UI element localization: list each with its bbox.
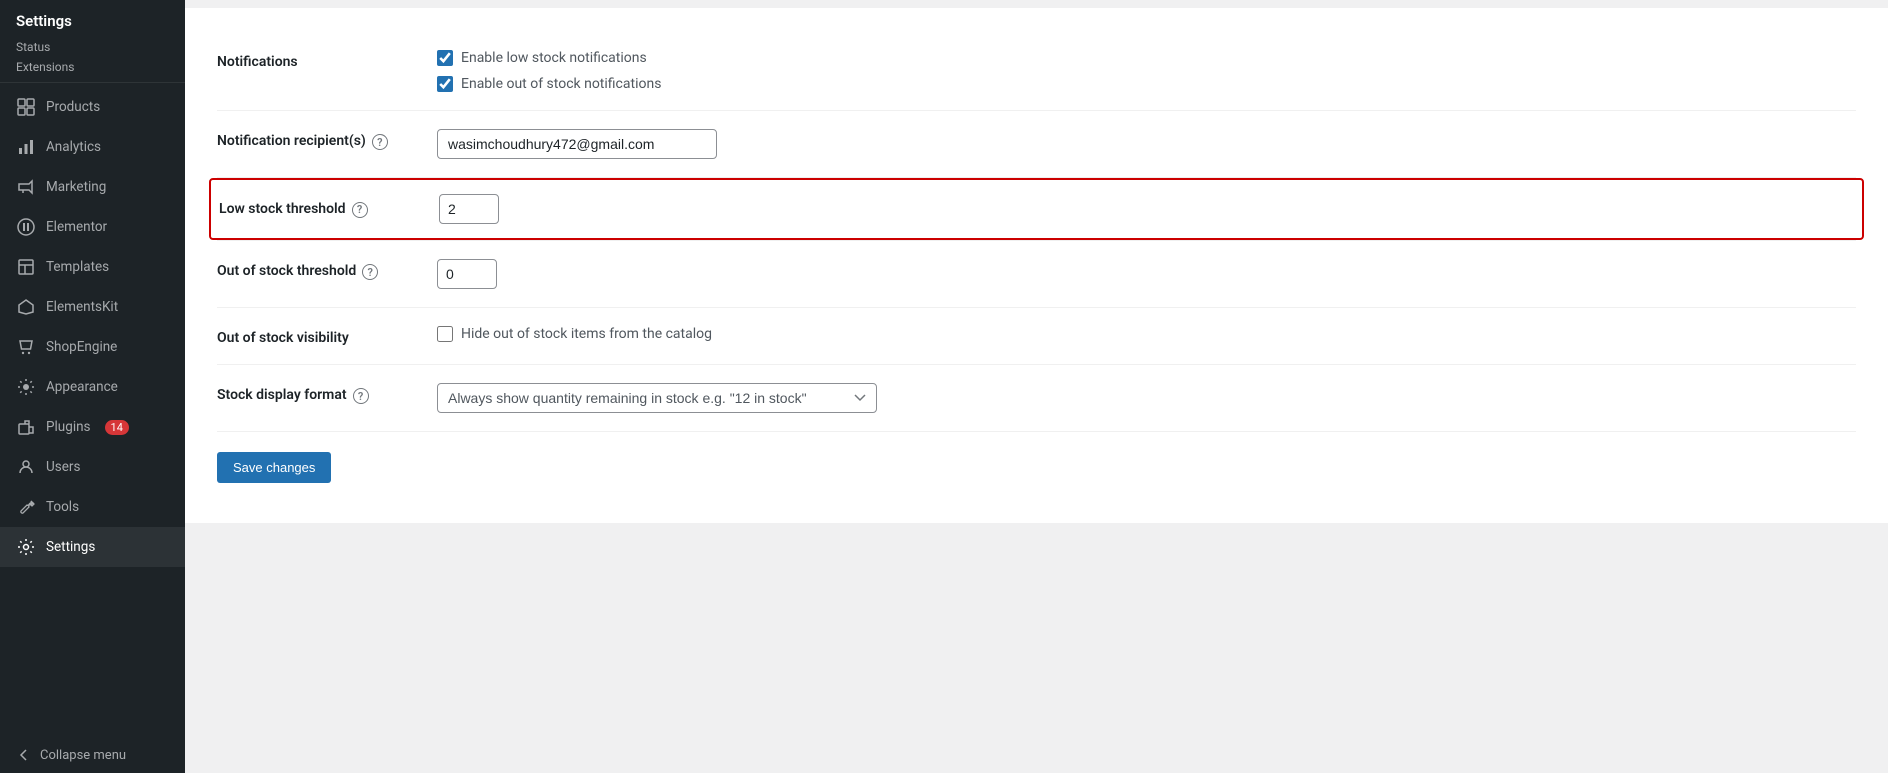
tools-icon (16, 497, 36, 517)
sidebar-label-products: Products (46, 99, 100, 115)
out-of-stock-visibility-row: Out of stock visibility Hide out of stoc… (217, 308, 1856, 365)
hide-out-of-stock-label: Hide out of stock items from the catalog (461, 326, 712, 342)
low-stock-threshold-help-icon[interactable]: ? (352, 202, 368, 218)
low-stock-label: Enable low stock notifications (461, 50, 647, 66)
low-stock-checkbox[interactable] (437, 50, 453, 66)
top-bar (185, 0, 1888, 8)
main-content: Notifications Enable low stock notificat… (185, 0, 1888, 773)
plugins-badge: 14 (105, 420, 129, 435)
analytics-icon (16, 137, 36, 157)
sidebar-label-tools: Tools (46, 499, 79, 515)
out-of-stock-threshold-input[interactable] (437, 259, 497, 289)
out-of-stock-threshold-row: Out of stock threshold ? (217, 241, 1856, 308)
stock-display-format-help-icon[interactable]: ? (353, 388, 369, 404)
elementor-icon (16, 217, 36, 237)
sidebar-item-plugins[interactable]: Plugins 14 (0, 407, 185, 447)
sidebar-item-shopengine[interactable]: ShopEngine (0, 327, 185, 367)
low-stock-threshold-row: Low stock threshold ? (217, 178, 1856, 241)
save-row: Save changes (217, 432, 1856, 483)
sidebar-item-elementskit[interactable]: ElementsKit (0, 287, 185, 327)
collapse-label: Collapse menu (40, 748, 126, 763)
sidebar-label-elementskit: ElementsKit (46, 299, 118, 315)
notifications-checkboxes: Enable low stock notifications Enable ou… (437, 50, 1856, 92)
sidebar-label-elementor: Elementor (46, 219, 107, 235)
appearance-icon (16, 377, 36, 397)
low-stock-threshold-control (439, 194, 1854, 224)
out-of-stock-checkbox-label[interactable]: Enable out of stock notifications (437, 76, 1856, 92)
out-of-stock-threshold-help-icon[interactable]: ? (362, 264, 378, 280)
sidebar-label-analytics: Analytics (46, 139, 101, 155)
notification-recipient-help-icon[interactable]: ? (372, 134, 388, 150)
notification-recipient-row: Notification recipient(s) ? (217, 111, 1856, 178)
notification-recipient-input[interactable] (437, 129, 717, 159)
collapse-menu[interactable]: Collapse menu (0, 737, 185, 773)
marketing-icon (16, 177, 36, 197)
sidebar-item-analytics[interactable]: Analytics (0, 127, 185, 167)
products-icon (16, 97, 36, 117)
save-button[interactable]: Save changes (217, 452, 331, 483)
notifications-row: Notifications Enable low stock notificat… (217, 32, 1856, 111)
sidebar-label-templates: Templates (46, 259, 109, 275)
sidebar-label-plugins: Plugins (46, 419, 91, 435)
low-stock-checkbox-label[interactable]: Enable low stock notifications (437, 50, 1856, 66)
out-of-stock-threshold-label: Out of stock threshold ? (217, 259, 437, 280)
sidebar-label-settings: Settings (46, 539, 95, 555)
content-area: Notifications Enable low stock notificat… (185, 8, 1888, 523)
settings-icon (16, 537, 36, 557)
sidebar-label-appearance: Appearance (46, 379, 118, 395)
sidebar-item-appearance[interactable]: Appearance (0, 367, 185, 407)
templates-icon (16, 257, 36, 277)
sidebar-label-marketing: Marketing (46, 179, 106, 195)
low-stock-threshold-label: Low stock threshold ? (219, 201, 439, 218)
sidebar-item-marketing[interactable]: Marketing (0, 167, 185, 207)
sidebar-label-users: Users (46, 459, 80, 475)
out-of-stock-threshold-control (437, 259, 1856, 289)
stock-display-format-select[interactable]: Always show quantity remaining in stock … (437, 383, 877, 413)
sidebar-label-shopengine: ShopEngine (46, 339, 117, 355)
notification-recipient-control (437, 129, 1856, 159)
notifications-control: Enable low stock notifications Enable ou… (437, 50, 1856, 92)
sidebar-divider (0, 82, 185, 83)
sidebar-item-templates[interactable]: Templates (0, 247, 185, 287)
sidebar-item-users[interactable]: Users (0, 447, 185, 487)
out-of-stock-checkbox[interactable] (437, 76, 453, 92)
stock-display-format-control: Always show quantity remaining in stock … (437, 383, 1856, 413)
sidebar-item-extensions[interactable]: Extensions (0, 58, 185, 78)
stock-display-format-row: Stock display format ? Always show quant… (217, 365, 1856, 432)
sidebar-item-tools[interactable]: Tools (0, 487, 185, 527)
stock-display-format-label: Stock display format ? (217, 383, 437, 404)
low-stock-highlighted: Low stock threshold ? (209, 178, 1864, 240)
shopengine-icon (16, 337, 36, 357)
sidebar-item-products[interactable]: Products (0, 87, 185, 127)
sidebar: Settings Status Extensions Products Anal… (0, 0, 185, 773)
out-of-stock-label: Enable out of stock notifications (461, 76, 661, 92)
hide-out-of-stock-checkbox[interactable] (437, 326, 453, 342)
sidebar-title: Settings (0, 0, 185, 38)
out-of-stock-visibility-control: Hide out of stock items from the catalog (437, 326, 1856, 342)
out-of-stock-visibility-label: Out of stock visibility (217, 326, 437, 346)
notifications-label: Notifications (217, 50, 437, 70)
sidebar-item-settings[interactable]: Settings (0, 527, 185, 567)
elementskit-icon (16, 297, 36, 317)
plugins-icon (16, 417, 36, 437)
sidebar-item-elementor[interactable]: Elementor (0, 207, 185, 247)
users-icon (16, 457, 36, 477)
notification-recipient-label: Notification recipient(s) ? (217, 129, 437, 150)
low-stock-threshold-input[interactable] (439, 194, 499, 224)
hide-out-of-stock-checkbox-label[interactable]: Hide out of stock items from the catalog (437, 326, 1856, 342)
sidebar-item-status[interactable]: Status (0, 38, 185, 58)
